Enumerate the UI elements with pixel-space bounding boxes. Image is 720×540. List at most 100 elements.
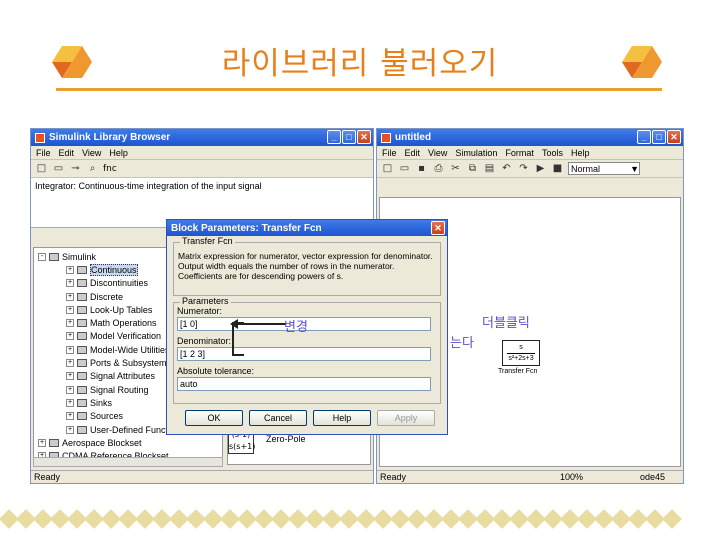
library-menubar: File Edit View Help	[31, 146, 373, 160]
cancel-button[interactable]: Cancel	[249, 410, 307, 426]
model-title: untitled	[395, 132, 432, 143]
print-icon[interactable]: ⎙	[432, 163, 445, 175]
group-description: Matrix expression for numerator, vector …	[178, 251, 433, 281]
denominator-label: Denominator:	[177, 336, 232, 346]
transfer-fcn-caption: Transfer Fcn	[498, 368, 538, 375]
expand-icon[interactable]: +	[66, 345, 74, 354]
menu-file[interactable]: File	[36, 148, 51, 158]
dialog-titlebar[interactable]: Block Parameters: Transfer Fcn ✕	[167, 220, 447, 236]
absolute-tolerance-label: Absolute tolerance:	[177, 366, 255, 376]
expand-icon[interactable]: +	[66, 385, 74, 394]
simulink-model-icon	[381, 132, 391, 143]
open-folder-icon[interactable]: ▭	[52, 163, 65, 175]
expand-icon[interactable]: +	[66, 279, 74, 288]
copy-icon[interactable]: ⧉	[466, 163, 479, 175]
menu-help[interactable]: Help	[571, 148, 590, 158]
absolute-tolerance-field[interactable]: auto	[177, 377, 431, 391]
expand-icon[interactable]: +	[66, 319, 74, 328]
maximize-button[interactable]: □	[342, 130, 356, 144]
menu-edit[interactable]: Edit	[59, 148, 75, 158]
tree-horizontal-scrollbar[interactable]	[33, 457, 223, 467]
apply-button[interactable]: Apply	[377, 410, 435, 426]
close-button[interactable]: ✕	[667, 130, 681, 144]
library-node-icon	[77, 359, 87, 368]
minimize-button[interactable]: _	[327, 130, 341, 144]
simulink-app-icon	[35, 132, 45, 143]
menu-edit[interactable]: Edit	[405, 148, 421, 158]
minimize-button[interactable]: _	[637, 130, 651, 144]
start-simulation-icon[interactable]: ▶	[534, 163, 547, 175]
expand-icon[interactable]: +	[66, 359, 74, 368]
parameters-title: Parameters	[180, 296, 231, 306]
model-titlebar[interactable]: untitled _ □ ✕	[377, 129, 683, 146]
expand-icon[interactable]: +	[66, 398, 74, 407]
close-button[interactable]: ✕	[357, 130, 371, 144]
ok-button[interactable]: OK	[185, 410, 243, 426]
menu-tools[interactable]: Tools	[542, 148, 563, 158]
menu-file[interactable]: File	[382, 148, 397, 158]
open-icon[interactable]: ▭	[398, 163, 411, 175]
double-click-annotation: 더블클릭	[482, 316, 530, 331]
paste-icon[interactable]: ▤	[483, 163, 496, 175]
tree-item-label: Model Verification	[90, 331, 162, 342]
expand-icon[interactable]: +	[66, 372, 74, 381]
tree-item-label: Discontinuities	[90, 278, 149, 289]
model-status-text: Ready	[380, 472, 407, 482]
transfer-fcn-group: Transfer Fcn Matrix expression for numer…	[173, 236, 441, 296]
expand-icon[interactable]: +	[66, 332, 74, 341]
footer-decoration	[0, 509, 720, 532]
model-zoom-level: 100%	[560, 472, 584, 482]
redo-icon[interactable]: ↷	[517, 163, 530, 175]
pin-icon[interactable]: ⊸	[69, 163, 82, 175]
library-node-icon	[77, 279, 87, 288]
find-icon[interactable]: ⌕	[86, 163, 99, 175]
expand-icon[interactable]: +	[38, 438, 46, 447]
library-browser-titlebar[interactable]: Simulink Library Browser _ □ ✕	[31, 129, 373, 146]
menu-simulation[interactable]: Simulation	[455, 148, 497, 158]
transfer-fcn-block[interactable]: s s²+2s+3	[502, 340, 540, 366]
collapse-icon[interactable]: -	[38, 252, 46, 261]
annotation-arrow-icon	[230, 319, 286, 329]
menu-format[interactable]: Format	[505, 148, 534, 158]
cut-icon[interactable]: ✂	[449, 163, 462, 175]
expand-icon[interactable]: +	[66, 305, 74, 314]
slide-title: 라이브러리 불러오기	[221, 46, 499, 82]
model-toolbar: □ ▭ ▪ ⎙ ✂ ⧉ ▤ ↶ ↷ ▶ ■ Normal ▼	[377, 160, 683, 178]
library-node-icon	[77, 425, 87, 434]
denominator-field[interactable]: [1 2 3]	[177, 347, 431, 361]
expand-icon[interactable]: +	[66, 265, 74, 274]
library-statusbar: Ready	[31, 470, 373, 483]
transfer-fcn-denominator: s²+2s+3	[508, 355, 534, 362]
maximize-button[interactable]: □	[652, 130, 666, 144]
library-node-icon	[77, 292, 87, 301]
simulation-mode-select[interactable]: Normal ▼	[568, 162, 640, 175]
stop-simulation-icon[interactable]: ■	[551, 163, 564, 175]
menu-help[interactable]: Help	[109, 148, 128, 158]
library-node-icon	[77, 319, 87, 328]
tree-item-label: Signal Routing	[90, 384, 149, 395]
library-node-icon	[49, 438, 59, 447]
save-icon[interactable]: ▪	[415, 163, 428, 175]
tree-item-label: Aerospace Blockset	[62, 437, 142, 448]
model-menubar: File Edit View Simulation Format Tools H…	[377, 146, 683, 160]
library-node-icon	[77, 345, 87, 354]
search-text[interactable]: fnc	[103, 164, 117, 174]
dialog-close-button[interactable]: ✕	[431, 221, 445, 235]
menu-view[interactable]: View	[82, 148, 101, 158]
model-statusbar: Ready 100% ode45	[377, 470, 683, 483]
partial-annotation: 는다	[450, 336, 474, 351]
undo-icon[interactable]: ↶	[500, 163, 513, 175]
model-solver: ode45	[640, 472, 666, 482]
zero-pole-block-label: Zero-Pole	[266, 434, 306, 444]
chevron-down-icon[interactable]: ▼	[630, 164, 639, 174]
new-icon[interactable]: □	[381, 163, 394, 175]
tree-item-label: Signal Attributes	[90, 371, 156, 382]
expand-icon[interactable]: +	[66, 292, 74, 301]
expand-icon[interactable]: +	[66, 412, 74, 421]
help-button[interactable]: Help	[313, 410, 371, 426]
expand-icon[interactable]: +	[66, 425, 74, 434]
numerator-label: Numerator:	[177, 306, 223, 316]
tree-item-aerospace[interactable]: + Aerospace Blockset	[34, 436, 222, 449]
menu-view[interactable]: View	[428, 148, 447, 158]
new-model-icon[interactable]: □	[35, 163, 48, 175]
